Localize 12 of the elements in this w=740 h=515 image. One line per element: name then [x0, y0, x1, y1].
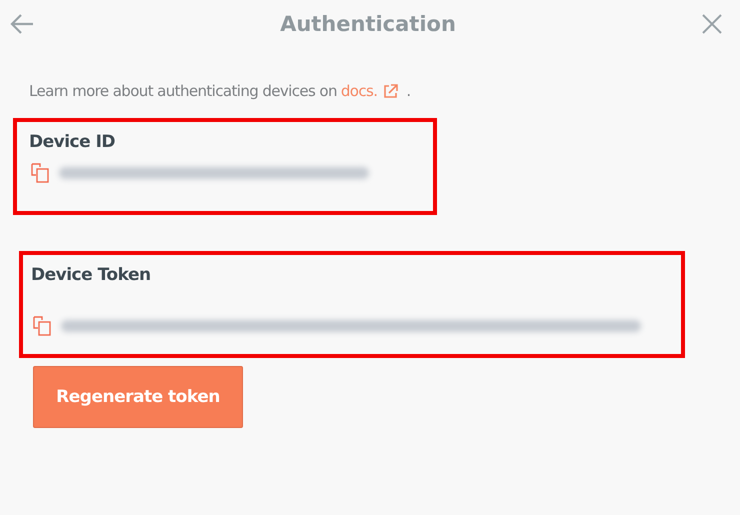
copy-icon[interactable] [29, 162, 51, 184]
external-link-icon[interactable] [383, 84, 398, 98]
period-text: . [406, 82, 411, 100]
docs-link[interactable]: docs. [340, 82, 378, 100]
field-label: Device ID [29, 132, 116, 152]
field-label: Device Token [31, 265, 152, 285]
close-icon[interactable] [702, 14, 722, 34]
regenerate-token-button[interactable]: Regenerate token [33, 366, 243, 428]
intro-text: Learn more about authenticating devices on [29, 82, 337, 100]
copy-icon[interactable] [31, 315, 53, 337]
window-title: Authentication [280, 12, 456, 36]
back-arrow-icon[interactable] [10, 14, 34, 34]
